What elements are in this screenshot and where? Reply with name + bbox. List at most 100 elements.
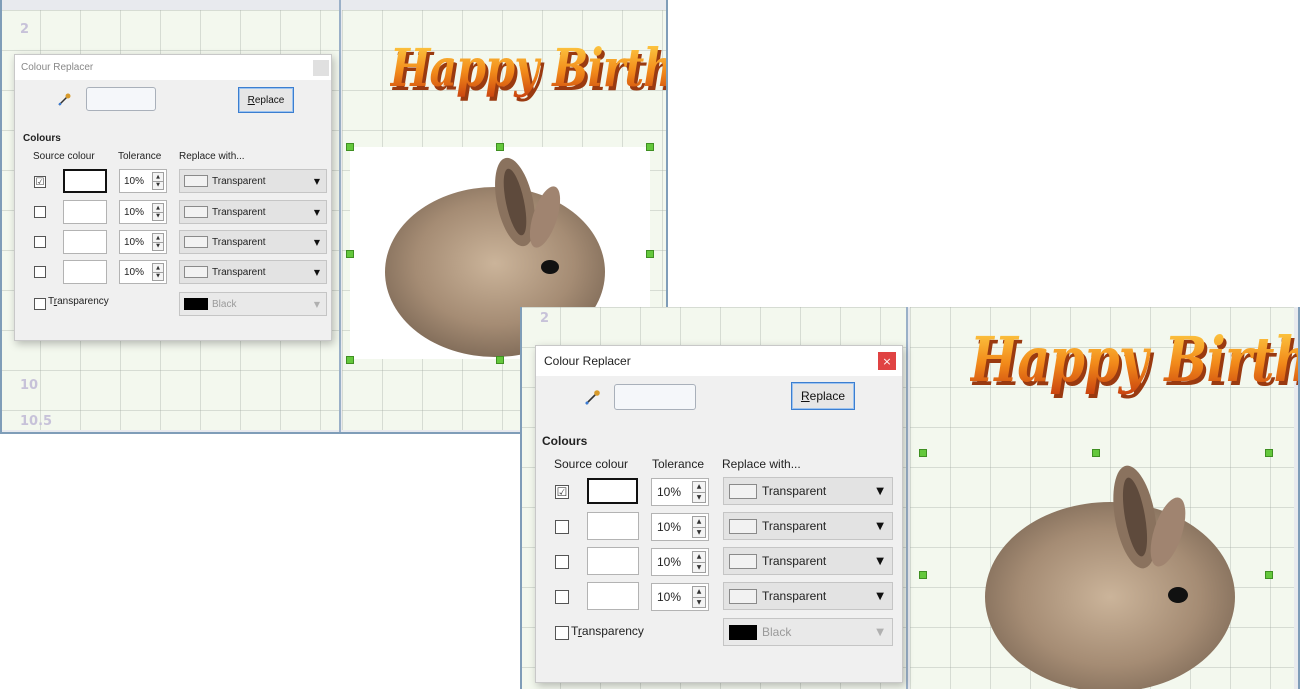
pipette-icon[interactable] — [57, 93, 71, 110]
row-4-tolerance-spin[interactable]: 10% ▲ ▼ — [119, 260, 167, 284]
row-2-spin-buttons[interactable]: ▲ ▼ — [692, 516, 706, 538]
page-divider — [339, 0, 341, 434]
row-2-spin-buttons[interactable]: ▲ ▼ — [152, 203, 164, 221]
row-2-source-swatch[interactable] — [63, 200, 107, 224]
row-4-source-swatch[interactable] — [63, 260, 107, 284]
resize-handle-tl[interactable] — [919, 449, 927, 457]
dialog-titlebar[interactable]: Colour Replacer × — [536, 346, 902, 376]
row-2-tolerance-spin[interactable]: 10% ▲ ▼ — [119, 200, 167, 224]
row-3-replace-value: Transparent — [762, 554, 827, 568]
ruler-mark-2: 2 — [20, 22, 30, 37]
row-4-spin-buttons[interactable]: ▲ ▼ — [692, 586, 706, 608]
col-replace-with: Replace with... — [722, 457, 801, 471]
spin-down-icon[interactable]: ▼ — [693, 526, 705, 538]
chevron-down-icon: ▼ — [876, 485, 884, 497]
row-3-spin-buttons[interactable]: ▲ ▼ — [152, 233, 164, 251]
row-1-source-swatch[interactable] — [587, 478, 638, 504]
row-4-spin-buttons[interactable]: ▲ ▼ — [152, 263, 164, 281]
row-3-spin-buttons[interactable]: ▲ ▼ — [692, 551, 706, 573]
row-3-replace-chip — [729, 553, 757, 569]
bunny-image[interactable] — [950, 447, 1270, 689]
resize-handle-r[interactable] — [646, 250, 654, 258]
resize-handle-b[interactable] — [496, 356, 504, 364]
transparency-label-a: T — [571, 624, 578, 638]
wordart-happy-birthday[interactable]: Happy Birthday — [970, 323, 1300, 396]
spin-down-icon[interactable]: ▼ — [153, 180, 163, 190]
spin-up-icon[interactable]: ▲ — [693, 482, 705, 492]
row-4-replace-dropdown[interactable]: Transparent ▼ — [179, 260, 327, 284]
resize-handle-t[interactable] — [496, 143, 504, 151]
picked-colour-field — [86, 87, 156, 111]
spin-up-icon[interactable]: ▲ — [693, 587, 705, 597]
spin-down-icon[interactable]: ▼ — [693, 596, 705, 608]
row-1-checkbox[interactable]: ☑ — [555, 485, 569, 499]
transparency-colour-dropdown[interactable]: Black ▼ — [723, 618, 893, 646]
spin-up-icon[interactable]: ▲ — [693, 552, 705, 562]
row-3-checkbox[interactable] — [34, 236, 46, 248]
row-1-spin-buttons[interactable]: ▲ ▼ — [152, 172, 164, 190]
row-2-checkbox[interactable] — [555, 520, 569, 534]
row-4-checkbox[interactable] — [34, 266, 46, 278]
bunny-svg — [985, 465, 1235, 689]
row-2-replace-chip — [184, 206, 208, 218]
row-3-source-swatch[interactable] — [587, 547, 639, 575]
row-2-replace-dropdown[interactable]: Transparent ▼ — [179, 200, 327, 224]
spin-up-icon[interactable]: ▲ — [153, 204, 163, 212]
row-1-replace-dropdown[interactable]: Transparent ▼ — [179, 169, 327, 193]
resize-handle-l[interactable] — [346, 250, 354, 258]
resize-handle-l[interactable] — [919, 571, 927, 579]
transparency-colour-chip — [184, 298, 208, 310]
row-4-replace-dropdown[interactable]: Transparent ▼ — [723, 582, 893, 610]
resize-handle-tr[interactable] — [1265, 449, 1273, 457]
wordart-happy-birthday[interactable]: Happy Birthday — [390, 38, 668, 99]
row-3-tolerance-spin[interactable]: 10% ▲ ▼ — [651, 548, 709, 576]
row-1-spin-buttons[interactable]: ▲ ▼ — [692, 481, 706, 503]
dialog-titlebar[interactable]: Colour Replacer — [15, 55, 331, 80]
row-3-replace-chip — [184, 236, 208, 248]
spin-down-icon[interactable]: ▼ — [693, 491, 705, 503]
close-button[interactable] — [313, 60, 329, 76]
colours-heading: Colours — [542, 434, 588, 448]
row-4-replace-chip — [729, 588, 757, 604]
row-2-tolerance-spin[interactable]: 10% ▲ ▼ — [651, 513, 709, 541]
row-1-tolerance-spin[interactable]: 10% ▲ ▼ — [651, 478, 709, 506]
spin-up-icon[interactable]: ▲ — [153, 234, 163, 242]
row-1-source-swatch[interactable] — [63, 169, 107, 193]
close-button[interactable]: × — [878, 352, 896, 370]
spin-down-icon[interactable]: ▼ — [153, 271, 163, 281]
spin-down-icon[interactable]: ▼ — [693, 561, 705, 573]
replace-button[interactable]: Replace — [791, 382, 855, 410]
transparency-checkbox[interactable] — [34, 298, 46, 310]
replace-label-rest: eplace — [809, 389, 846, 403]
row-4-checkbox[interactable] — [555, 590, 569, 604]
row-1-checkbox[interactable]: ☑ — [34, 176, 46, 188]
resize-handle-t[interactable] — [1092, 449, 1100, 457]
resize-handle-tr[interactable] — [646, 143, 654, 151]
spin-down-icon[interactable]: ▼ — [153, 241, 163, 251]
resize-handle-tl[interactable] — [346, 143, 354, 151]
resize-handle-r[interactable] — [1265, 571, 1273, 579]
row-3-replace-dropdown[interactable]: Transparent ▼ — [179, 230, 327, 254]
row-1-tolerance-spin[interactable]: 10% ▲ ▼ — [119, 169, 167, 193]
spin-up-icon[interactable]: ▲ — [693, 517, 705, 527]
replace-button[interactable]: Replace — [238, 87, 294, 113]
row-4-source-swatch[interactable] — [587, 582, 639, 610]
row-3-checkbox[interactable] — [555, 555, 569, 569]
transparency-checkbox[interactable] — [555, 626, 569, 640]
pipette-icon[interactable] — [584, 390, 600, 409]
spin-up-icon[interactable]: ▲ — [153, 264, 163, 272]
row-2-replace-dropdown[interactable]: Transparent ▼ — [723, 512, 893, 540]
row-4-tolerance-spin[interactable]: 10% ▲ ▼ — [651, 583, 709, 611]
chevron-down-icon: ▼ — [313, 176, 320, 186]
resize-handle-bl[interactable] — [346, 356, 354, 364]
row-1-replace-dropdown[interactable]: Transparent ▼ — [723, 477, 893, 505]
spin-down-icon[interactable]: ▼ — [153, 211, 163, 221]
transparency-label: Transparency — [48, 296, 109, 307]
row-2-checkbox[interactable] — [34, 206, 46, 218]
spin-up-icon[interactable]: ▲ — [153, 173, 163, 181]
row-2-source-swatch[interactable] — [587, 512, 639, 540]
row-3-tolerance-spin[interactable]: 10% ▲ ▼ — [119, 230, 167, 254]
row-3-source-swatch[interactable] — [63, 230, 107, 254]
row-3-replace-dropdown[interactable]: Transparent ▼ — [723, 547, 893, 575]
transparency-colour-dropdown[interactable]: Black ▼ — [179, 292, 327, 316]
